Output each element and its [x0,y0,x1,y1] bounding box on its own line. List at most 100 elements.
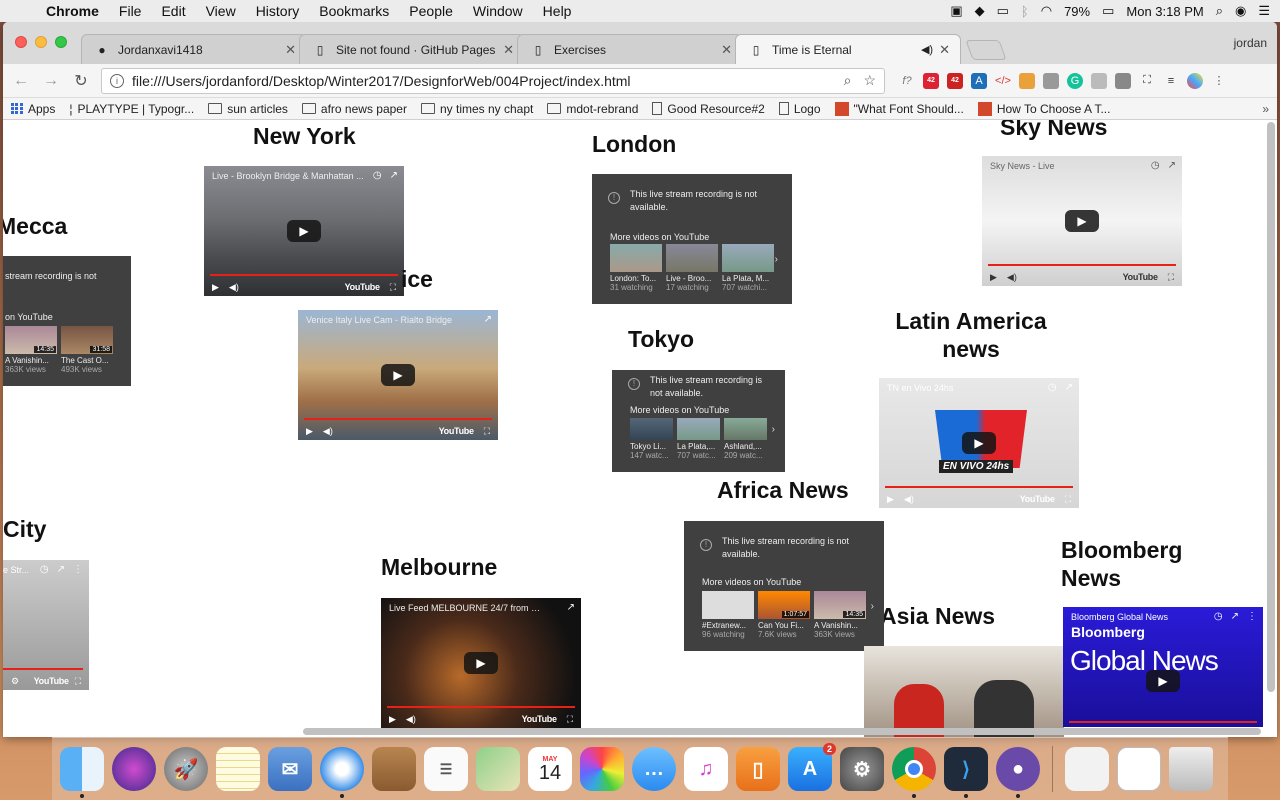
suggestion-thumb[interactable]: London: To... 31 watching [610,244,662,292]
play-icon[interactable]: ▶ [887,494,894,505]
play-button[interactable]: ▶ [464,652,498,674]
extension-icon[interactable] [1019,72,1035,89]
address-bar[interactable]: i file:///Users/jordanford/Desktop/Winte… [101,67,885,94]
close-tab-icon[interactable]: ✕ [503,42,514,58]
tab-site-not-found[interactable]: ▯ Site not found · GitHub Pages ✕ [299,34,525,64]
minimize-window-button[interactable] [35,36,47,48]
grammarly-icon[interactable]: G [1067,72,1083,89]
video-london[interactable]: ! This live stream recording is not avail… [592,174,792,304]
siri-icon[interactable] [112,747,156,791]
extension-badge-icon[interactable]: 42 [923,72,939,89]
watch-later-icon[interactable]: ◷ [1214,611,1223,622]
suggestion-thumb[interactable]: 31:58 The Cast O... 493K views [61,326,113,374]
tab-exercises[interactable]: ▯ Exercises ✕ [517,34,743,64]
menu-bookmarks[interactable]: Bookmarks [309,3,399,19]
progress-bar[interactable] [885,486,1073,488]
code-extension-icon[interactable]: </> [995,73,1011,89]
mail-icon[interactable]: ✉ [268,747,312,791]
bookmark-what-font[interactable]: "What Font Should... [834,101,964,116]
itunes-icon[interactable]: ♫ [684,747,728,791]
watch-later-icon[interactable]: ◷ [1151,160,1160,171]
volume-icon[interactable]: ◀) [406,714,416,725]
volume-icon[interactable]: ◀) [1007,272,1017,283]
airplay-icon[interactable]: ▭ [997,3,1009,19]
formula-extension-icon[interactable]: f? [899,73,915,89]
progress-bar[interactable] [988,264,1176,266]
play-button[interactable]: ▶ [1146,670,1180,693]
youtube-logo[interactable]: YouTube [34,676,69,686]
video-melbourne[interactable]: Live Feed MELBOURNE 24/7 from P... ↗ ▶ ▶… [381,598,581,728]
youtube-logo[interactable]: YouTube [439,426,474,436]
safari-icon[interactable] [320,747,364,798]
new-tab-button[interactable] [965,40,1007,60]
bluetooth-icon[interactable]: ᛒ [1021,4,1029,19]
progress-bar[interactable] [3,668,83,670]
tab-jordanxavi[interactable]: ● Jordanxavi1418 ✕ [81,34,307,64]
menu-help[interactable]: Help [533,3,582,19]
play-button[interactable]: ▶ [287,220,321,242]
video-city[interactable]: e Str... ◷ ↗ ⋮ ⚙ YouTube ⛶ [3,560,89,690]
extension-badge-icon[interactable]: 42 [947,72,963,89]
vscode-icon[interactable]: ⟩ [944,747,988,798]
watch-later-icon[interactable]: ◷ [373,170,382,181]
settings-icon[interactable]: ⚙ [11,676,19,687]
watch-later-icon[interactable]: ◷ [40,564,49,575]
menu-view[interactable]: View [196,3,246,19]
fullscreen-icon[interactable]: ⛶ [1168,272,1174,283]
play-icon[interactable]: ▶ [389,714,396,725]
video-sky-news[interactable]: Sky News - Live ◷ ↗ ▶ ▶ ◀) YouTube ⛶ [982,156,1182,286]
contacts-icon[interactable] [372,747,416,791]
zoom-icon[interactable]: ⌕ [844,72,852,89]
bookmark-how-to-choose[interactable]: How To Choose A T... [977,101,1110,116]
suggestion-thumb[interactable]: Tokyo Li... 147 watc... [630,418,673,460]
play-icon[interactable]: ▶ [990,272,997,283]
extension-icon[interactable] [1115,72,1131,89]
finder-icon[interactable] [60,747,104,798]
share-icon[interactable]: ↗ [1168,160,1176,171]
menu-edit[interactable]: Edit [151,3,195,19]
share-icon[interactable]: ↗ [1231,611,1239,622]
play-icon[interactable]: ▶ [306,426,313,437]
close-tab-icon[interactable]: ✕ [721,42,732,58]
back-icon[interactable]: ← [11,72,31,90]
play-button[interactable]: ▶ [381,364,415,386]
clock[interactable]: Mon 3:18 PM [1126,4,1203,19]
volume-icon[interactable]: ◀) [229,282,239,293]
battery-icon[interactable]: ▭ [1102,3,1114,19]
suggestion-thumb[interactable]: La Plata,... 707 watc... [677,418,720,460]
extension-icon[interactable]: A [971,72,987,89]
bookmark-good-resource[interactable]: Good Resource#2 [652,102,765,116]
maps-icon[interactable] [476,747,520,791]
suggestion-thumb[interactable]: Live - Broo... 17 watching [666,244,718,292]
menu-history[interactable]: History [246,3,310,19]
video-venice[interactable]: Venice Italy Live Cam - Rialto Bridge ↗ … [298,310,498,440]
chevron-right-icon[interactable]: › [772,424,775,435]
vertical-scrollbar[interactable] [1267,122,1275,692]
fullscreen-icon[interactable]: ⛶ [390,282,396,293]
menu-file[interactable]: File [109,3,152,19]
progress-bar[interactable] [1069,721,1257,723]
extension-icon[interactable] [1091,72,1107,89]
extension-icon[interactable] [1043,72,1059,89]
bookmark-nytimes[interactable]: ny times ny chapt [420,102,533,116]
close-tab-icon[interactable]: ✕ [939,42,950,58]
bookmark-playtype[interactable]: ¦ PLAYTYPE | Typogr... [69,102,194,116]
screenshot-icon[interactable]: ⛶ [1139,73,1155,89]
menu-app-name[interactable]: Chrome [36,3,109,19]
video-mecca[interactable]: stream recording is not on YouTube 14:35… [3,256,131,386]
ibooks-icon[interactable]: ▯ [736,747,780,791]
share-icon[interactable]: ↗ [484,314,492,325]
volume-icon[interactable]: ◀) [904,494,914,505]
document-stack-icon[interactable] [1065,747,1109,791]
video-africa[interactable]: ! This live stream recording is not avail… [684,521,884,651]
progress-bar[interactable] [304,418,492,420]
bookmark-apps[interactable]: Apps [11,102,55,116]
volume-icon[interactable]: ◀) [323,426,333,437]
fullscreen-icon[interactable]: ⛶ [567,714,573,725]
menu-window[interactable]: Window [463,3,533,19]
bookmark-afro-news[interactable]: afro news paper [301,102,407,116]
video-new-york[interactable]: Live - Brooklyn Bridge & Manhattan ... ◷… [204,166,404,296]
close-tab-icon[interactable]: ✕ [285,42,296,58]
youtube-logo[interactable]: YouTube [522,714,557,724]
color-picker-icon[interactable] [1187,72,1203,89]
